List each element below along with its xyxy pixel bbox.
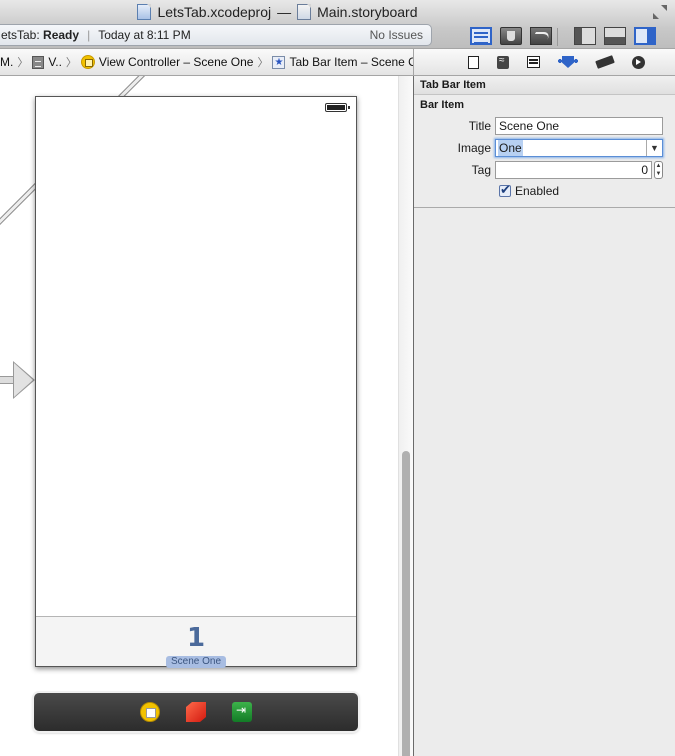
title-label: Title xyxy=(468,119,491,133)
view-controller-icon[interactable] xyxy=(140,702,160,722)
tab-bar-item-glyph[interactable]: 1 xyxy=(36,623,356,653)
storyboard-file-icon xyxy=(297,4,312,20)
vertical-scrollbar[interactable] xyxy=(398,76,413,756)
toolbar-divider xyxy=(557,28,558,46)
enabled-label[interactable]: Enabled xyxy=(515,184,559,198)
file-inspector-icon[interactable] xyxy=(468,55,479,69)
chevron-down-icon[interactable]: ▼ xyxy=(646,140,662,156)
view-controller-icon xyxy=(80,55,95,69)
enabled-row: Enabled xyxy=(414,181,675,201)
size-inspector-icon[interactable] xyxy=(595,55,615,69)
activity-status: etsTab: Ready | Today at 8:11 PM No Issu… xyxy=(0,24,432,46)
status-timestamp: Today at 8:11 PM xyxy=(98,28,191,42)
battery-icon xyxy=(325,103,350,112)
section-title: Bar Item xyxy=(420,99,465,111)
status-state: Ready xyxy=(43,28,80,42)
attributes-inspector: Tab Bar Item Bar Item Title Scene One Im… xyxy=(413,76,675,756)
breadcrumb-separator: 〉 xyxy=(17,57,29,69)
tag-field[interactable]: 0 xyxy=(495,161,652,179)
bar-item-section: Bar Item Title Scene One Image One ▼ Tag… xyxy=(414,95,675,208)
inspector-header: Tab Bar Item xyxy=(414,76,675,95)
assistant-editor-button[interactable] xyxy=(500,27,522,45)
image-row: Image One ▼ xyxy=(414,137,675,159)
connections-inspector-icon[interactable] xyxy=(632,55,645,69)
view-segmented-control xyxy=(574,27,656,45)
window-titlebar: LetsTab.xcodeproj — Main.storyboard etsT… xyxy=(0,0,675,48)
quick-help-icon[interactable] xyxy=(497,55,509,69)
image-combobox[interactable]: One ▼ xyxy=(495,139,663,157)
fullscreen-icon[interactable] xyxy=(653,5,667,19)
relationship-segue-line[interactable] xyxy=(0,182,40,229)
status-issues[interactable]: No Issues xyxy=(370,28,431,42)
exit-icon[interactable] xyxy=(232,702,252,722)
status-divider: | xyxy=(87,28,91,42)
storyboard-canvas[interactable]: 1 Scene One xyxy=(0,76,413,756)
status-project: etsTab: Ready xyxy=(1,28,80,42)
breadcrumb-separator: 〉 xyxy=(65,57,77,69)
scene-dock xyxy=(34,693,358,731)
editor-segmented-control xyxy=(470,27,552,45)
debug-area-toggle-button[interactable] xyxy=(604,27,626,45)
first-responder-icon[interactable] xyxy=(186,702,206,722)
window-title: LetsTab.xcodeproj — Main.storyboard xyxy=(137,4,418,20)
title-field[interactable]: Scene One xyxy=(495,117,663,135)
document-file-name[interactable]: Main.storyboard xyxy=(317,4,417,20)
title-row: LetsTab.xcodeproj — Main.storyboard xyxy=(0,0,675,24)
image-label: Image xyxy=(457,141,491,155)
breadcrumb-separator: 〉 xyxy=(257,57,269,69)
breadcrumb: M. 〉 V.. 〉 View Controller – Scene One 〉… xyxy=(0,48,431,76)
utilities-toggle-button[interactable] xyxy=(634,27,656,45)
breadcrumb-item[interactable]: ★ Tab Bar Item – Scene One xyxy=(272,55,431,69)
tag-label: Tag xyxy=(471,163,491,177)
tab-bar-item-icon: ★ xyxy=(272,55,286,69)
tab-bar-item-label[interactable]: Scene One xyxy=(165,656,227,668)
image-value: One xyxy=(498,140,523,156)
title-row: Title Scene One xyxy=(414,115,675,137)
storyboard-icon xyxy=(32,55,45,69)
view-controller-scene[interactable]: 1 Scene One xyxy=(35,96,357,668)
navigator-toggle-button[interactable] xyxy=(574,27,596,45)
scrollbar-thumb[interactable] xyxy=(402,451,410,756)
tag-stepper[interactable]: ▲ ▼ xyxy=(654,161,663,179)
tag-row: Tag 0 ▲ ▼ xyxy=(414,159,675,181)
version-editor-button[interactable] xyxy=(530,27,552,45)
breadcrumb-item[interactable]: V.. xyxy=(32,55,62,69)
attributes-inspector-icon[interactable] xyxy=(558,56,578,68)
standard-editor-button[interactable] xyxy=(470,27,492,45)
tab-bar: 1 Scene One xyxy=(36,616,356,668)
breadcrumb-item[interactable]: M. xyxy=(0,55,13,69)
breadcrumb-item[interactable]: View Controller – Scene One xyxy=(80,55,253,69)
enabled-checkbox[interactable] xyxy=(499,182,511,198)
initial-scene-arrow[interactable] xyxy=(0,361,36,401)
xcodeproj-icon xyxy=(137,4,152,20)
project-file-name[interactable]: LetsTab.xcodeproj xyxy=(157,4,271,20)
identity-inspector-icon[interactable] xyxy=(527,56,540,68)
inspector-selector-bar xyxy=(413,48,675,76)
title-separator: — xyxy=(277,4,292,20)
